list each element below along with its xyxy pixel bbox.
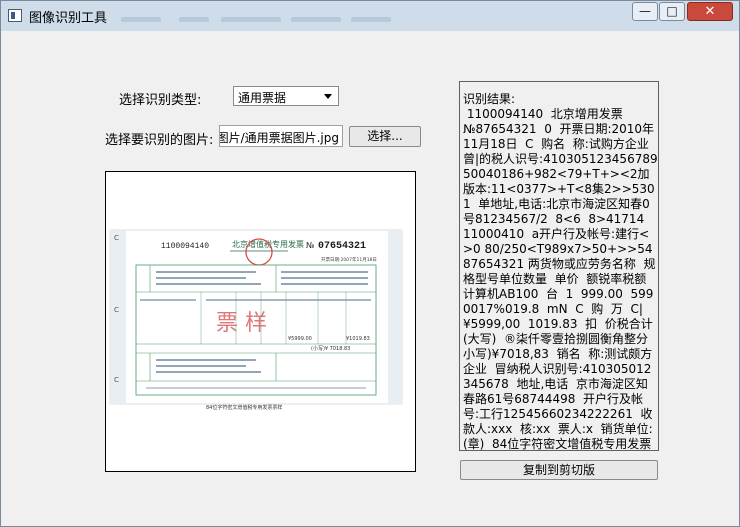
taskbar-ghost xyxy=(351,17,391,22)
image-label: 选择要识别的图片: xyxy=(105,133,214,148)
maximize-icon: □ xyxy=(666,4,678,18)
invoice-total-tax: ¥1019.83 xyxy=(346,336,370,342)
invoice-footer: 84位字符密文增值税专用发票票样 xyxy=(206,404,282,411)
taskbar-ghost xyxy=(291,17,341,22)
close-button[interactable]: ✕ xyxy=(687,2,733,21)
svg-text:C: C xyxy=(114,234,119,242)
title-bar: 图像识别工具 — □ ✕ xyxy=(1,1,739,31)
window-title: 图像识别工具 xyxy=(29,11,108,26)
chevron-down-icon xyxy=(324,94,332,99)
type-select[interactable]: 通用票据 xyxy=(233,86,339,106)
svg-text:C: C xyxy=(114,376,119,384)
invoice-number: 07654321 xyxy=(318,241,366,252)
maximize-button[interactable]: □ xyxy=(659,2,685,21)
image-path-input[interactable]: 图片/通用票据图片.jpg xyxy=(219,125,343,147)
type-label: 选择识别类型: xyxy=(119,93,202,108)
app-icon xyxy=(8,9,22,22)
invoice-date: 开票日期:2007年11月18日 xyxy=(321,256,377,263)
invoice-left-number: 1100094140 xyxy=(161,242,209,251)
client-area: 选择识别类型: 通用票据 选择要识别的图片: 图片/通用票据图片.jpg 选择.… xyxy=(9,31,731,520)
taskbar-ghost xyxy=(179,17,209,22)
taskbar-ghost xyxy=(121,17,161,22)
svg-text:C: C xyxy=(114,306,119,314)
close-icon: ✕ xyxy=(704,4,716,19)
minimize-icon: — xyxy=(639,4,651,18)
invoice-image: C C C 1100094140 北京增值税专用发票 № 07654321 开票… xyxy=(109,229,403,411)
invoice-no-prefix: № xyxy=(306,241,315,250)
result-panel: 识别结果: 1100094140 北京增用发票 №87654321 0 开票日期… xyxy=(459,81,659,451)
minimize-button[interactable]: — xyxy=(632,2,658,21)
image-preview: C C C 1100094140 北京增值税专用发票 № 07654321 开票… xyxy=(105,171,416,472)
app-window: 图像识别工具 — □ ✕ 选择识别类型: 通用票据 选择要识别的图片: 图片/通… xyxy=(0,0,740,527)
invoice-total-small: ¥5999.00 xyxy=(288,336,312,342)
invoice-total-sum: (小写)¥ 7018.83 xyxy=(311,345,350,352)
image-path-value: 图片/通用票据图片.jpg xyxy=(219,131,339,145)
result-text: 识别结果: 1100094140 北京增用发票 №87654321 0 开票日期… xyxy=(463,92,658,451)
copy-to-clipboard-button[interactable]: 复制到剪切版 xyxy=(460,460,658,480)
browse-button[interactable]: 选择... xyxy=(349,126,421,147)
invoice-watermark: 票 样 xyxy=(216,311,267,336)
type-select-value: 通用票据 xyxy=(238,91,287,105)
taskbar-ghost xyxy=(221,17,281,22)
invoice-title: 北京增值税专用发票 xyxy=(232,239,304,249)
